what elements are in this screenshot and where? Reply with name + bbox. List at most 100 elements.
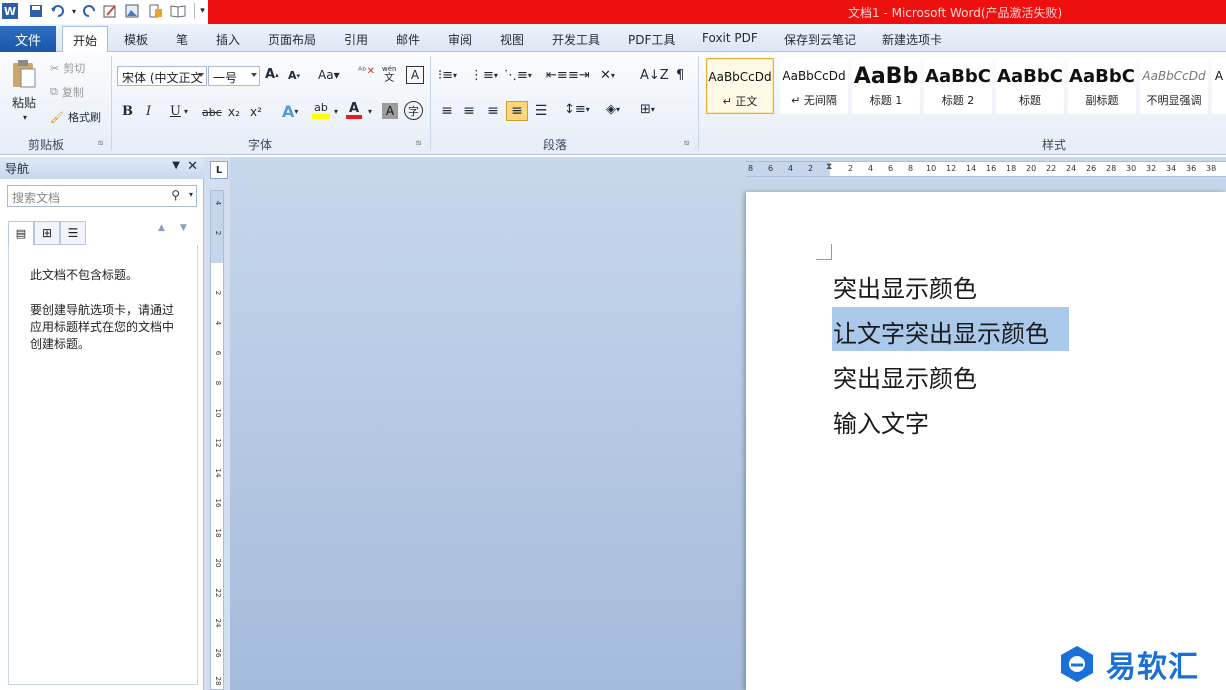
format-painter-button[interactable]: 🖌 格式刷 xyxy=(50,109,101,125)
paste-button[interactable]: 粘贴 xyxy=(8,94,40,110)
strikethrough-icon[interactable]: abc xyxy=(202,106,222,119)
undo-dropdown-icon[interactable]: ▾ xyxy=(66,3,82,19)
vertical-ruler[interactable]: 4 2 2 4 6 8 10 12 14 16 18 20 22 24 26 2… xyxy=(210,190,224,690)
tab-selector-icon[interactable]: L xyxy=(210,161,228,179)
align-center-icon[interactable]: ≡ xyxy=(460,102,478,120)
align-left-icon[interactable]: ≡ xyxy=(438,102,456,120)
shading-icon[interactable]: ◈ ▾ xyxy=(606,102,620,117)
nav-tab-headings[interactable]: ▤ xyxy=(8,221,34,245)
tab-page-layout[interactable]: 页面布局 xyxy=(268,31,316,48)
decrease-indent-icon[interactable]: ⇤≡ xyxy=(546,68,568,83)
book-icon[interactable] xyxy=(170,3,186,19)
numbering-icon[interactable]: ⋮≡ ▾ xyxy=(470,68,498,83)
font-name-select[interactable]: 宋体 (中文正文 xyxy=(117,66,207,86)
document-paragraph-selected[interactable]: 让文字突出显示颜色 xyxy=(833,314,1049,349)
document-icon[interactable] xyxy=(148,3,164,19)
document-paragraph[interactable]: 突出显示颜色 xyxy=(833,269,977,304)
borders-icon[interactable]: ⊞ ▾ xyxy=(640,102,655,117)
chinese-layout-icon[interactable]: ✕ ▾ xyxy=(600,68,615,83)
text-effects-icon[interactable]: A ▾ xyxy=(282,102,298,121)
align-right-icon[interactable]: ≡ xyxy=(484,102,502,120)
style-name: 标题 1 xyxy=(869,94,903,107)
nav-tab-results[interactable]: ☰ xyxy=(60,221,86,245)
justify-icon[interactable]: ≡ xyxy=(506,101,528,121)
tab-file[interactable]: 文件 xyxy=(0,26,56,52)
tab-references[interactable]: 引用 xyxy=(344,31,368,48)
copy-button[interactable]: ⧉ 复制 xyxy=(50,84,84,100)
font-color-dropdown-icon[interactable]: ▾ xyxy=(368,107,372,116)
subscript-icon[interactable]: x₂ xyxy=(228,105,240,119)
tab-developer[interactable]: 开发工具 xyxy=(552,31,600,48)
document-paragraph[interactable]: 输入文字 xyxy=(833,404,929,439)
font-size-select[interactable]: 一号 xyxy=(208,66,260,86)
tab-review[interactable]: 审阅 xyxy=(448,31,472,48)
enclose-characters-icon[interactable]: 字 xyxy=(404,101,423,120)
paragraph-launcher-icon[interactable]: ⧅ xyxy=(684,138,689,148)
line-spacing-icon[interactable]: ↕≡ ▾ xyxy=(564,102,590,117)
highlight-dropdown-icon[interactable]: ▾ xyxy=(334,107,338,116)
font-launcher-icon[interactable]: ⧅ xyxy=(416,138,421,148)
style-no-spacing[interactable]: AaBbCcDd ↵ 无间隔 xyxy=(780,58,848,114)
underline-dropdown-icon[interactable]: ▾ xyxy=(184,107,188,116)
style-title[interactable]: AaBbC 标题 xyxy=(996,58,1064,114)
search-icon[interactable]: ⚲ xyxy=(171,188,180,202)
shrink-font-icon[interactable]: A ▾ xyxy=(288,69,300,82)
edit-icon[interactable] xyxy=(102,3,118,19)
tab-insert[interactable]: 插入 xyxy=(216,31,240,48)
redo-icon[interactable] xyxy=(82,3,98,19)
search-dropdown-icon[interactable]: ▾ xyxy=(189,190,193,199)
tab-view[interactable]: 视图 xyxy=(500,31,524,48)
next-icon[interactable]: ▼ xyxy=(180,223,187,233)
document-paragraph[interactable]: 突出显示颜色 xyxy=(833,359,977,394)
italic-icon[interactable]: I xyxy=(146,104,151,119)
tab-mailings[interactable]: 邮件 xyxy=(396,31,420,48)
tab-template[interactable]: 模板 xyxy=(124,31,148,48)
word-app-icon[interactable]: W xyxy=(2,3,18,19)
nav-search-input[interactable]: 搜索文档 ⚲ ▾ xyxy=(7,185,197,207)
character-shading-icon[interactable]: A xyxy=(382,103,398,119)
paste-dropdown-icon[interactable]: ▾ xyxy=(20,112,30,122)
bold-icon[interactable]: B xyxy=(122,104,133,119)
image-icon[interactable] xyxy=(124,3,140,19)
clipboard-launcher-icon[interactable]: ⧅ xyxy=(98,138,103,148)
character-border-icon[interactable]: A xyxy=(406,66,424,84)
nav-tab-pages[interactable]: ⊞ xyxy=(34,221,60,245)
highlight-color-icon[interactable]: ab xyxy=(312,102,330,119)
horizontal-ruler[interactable]: 8 6 4 2 ⧗ 2 4 6 8 10 12 14 16 18 20 22 2… xyxy=(746,161,1226,177)
tab-new-tab[interactable]: 新建选项卡 xyxy=(882,31,942,48)
vruler-number: 2 xyxy=(214,230,222,236)
style-subtle-emphasis[interactable]: AaBbCcDd 不明显强调 xyxy=(1140,58,1208,114)
style-normal[interactable]: AaBbCcDd ↵ 正文 xyxy=(706,58,774,114)
bullets-icon[interactable]: ⁝≡ ▾ xyxy=(438,68,457,83)
sort-icon[interactable]: A↓Z xyxy=(640,68,669,83)
clear-format-icon[interactable]: ᴬᵇ ✕ xyxy=(358,66,375,77)
increase-indent-icon[interactable]: ≡⇥ xyxy=(568,68,590,83)
paste-icon[interactable] xyxy=(8,56,40,92)
style-subtitle[interactable]: AaBbC 副标题 xyxy=(1068,58,1136,114)
distributed-icon[interactable]: ☰ xyxy=(532,102,550,120)
tab-foxit-pdf[interactable]: Foxit PDF xyxy=(702,31,758,45)
change-case-icon[interactable]: Aa ▾ xyxy=(318,68,340,82)
style-heading-2[interactable]: AaBbC 标题 2 xyxy=(924,58,992,114)
document-page[interactable]: 突出显示颜色 让文字突出显示颜色 突出显示颜色 输入文字 xyxy=(746,192,1226,690)
style-more[interactable]: A xyxy=(1212,58,1226,114)
tab-home[interactable]: 开始 xyxy=(62,26,108,53)
nav-menu-icon[interactable]: ▼ xyxy=(172,160,180,171)
underline-icon[interactable]: U xyxy=(170,104,181,119)
undo-icon[interactable] xyxy=(50,3,66,19)
style-heading-1[interactable]: AaBb 标题 1 xyxy=(852,58,920,114)
superscript-icon[interactable]: x² xyxy=(250,105,262,119)
close-icon[interactable]: ✕ xyxy=(187,159,198,174)
grow-font-icon[interactable]: A ▴ xyxy=(265,67,279,82)
tab-save-cloud-note[interactable]: 保存到云笔记 xyxy=(784,31,856,48)
save-icon[interactable] xyxy=(28,3,44,19)
indent-marker-icon[interactable]: ⧗ xyxy=(826,162,832,172)
tab-pen[interactable]: 笔 xyxy=(176,31,188,48)
previous-icon[interactable]: ▲ xyxy=(158,223,165,233)
font-color-icon[interactable]: A xyxy=(346,102,362,119)
cut-button[interactable]: ✂ 剪切 xyxy=(50,60,85,76)
multilevel-list-icon[interactable]: ⋱≡ ▾ xyxy=(504,68,532,83)
show-marks-icon[interactable]: ¶ xyxy=(676,68,684,83)
tab-pdf-tools[interactable]: PDF工具 xyxy=(628,31,675,48)
phonetic-guide-icon[interactable]: wén 文 xyxy=(382,64,396,84)
